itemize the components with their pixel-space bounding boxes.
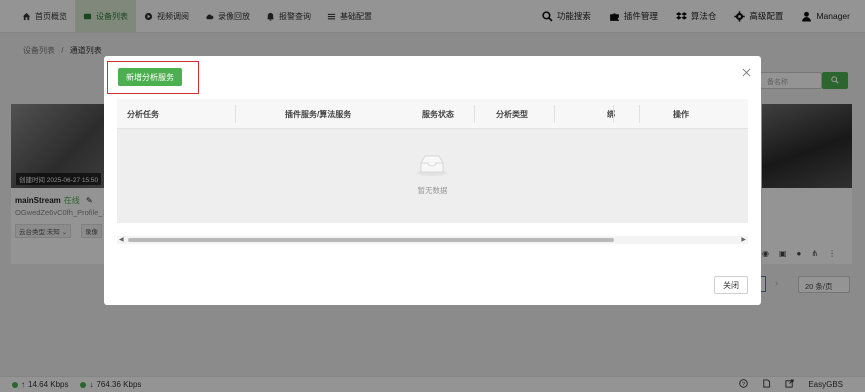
empty-box-icon bbox=[415, 153, 449, 179]
scroll-right-icon[interactable]: ▶ bbox=[741, 236, 746, 244]
analysis-service-table: 分析任务 插件服务/算法服务 服务状态 分析类型 绑 操作 暂无数据 bbox=[117, 99, 748, 223]
empty-state: 暂无数据 bbox=[117, 129, 748, 223]
column-divider bbox=[554, 105, 555, 123]
column-header-analysis-type: 分析类型 bbox=[496, 109, 528, 119]
empty-text: 暂无数据 bbox=[417, 186, 448, 195]
analysis-service-dialog: 新增分析服务 分析任务 插件服务/算法服务 服务状态 分析类型 绑 操作 暂无数… bbox=[104, 56, 761, 305]
horizontal-scrollbar[interactable]: ◀ ▶ bbox=[117, 236, 748, 244]
close-button[interactable]: 关闭 bbox=[714, 276, 748, 294]
column-divider bbox=[613, 105, 614, 123]
scroll-left-icon[interactable]: ◀ bbox=[119, 236, 124, 244]
table-header: 分析任务 插件服务/算法服务 服务状态 分析类型 绑 操作 bbox=[117, 99, 748, 129]
scrollbar-thumb[interactable] bbox=[128, 238, 614, 242]
close-icon[interactable] bbox=[740, 66, 752, 78]
column-header-actions: 操作 bbox=[673, 109, 689, 119]
column-divider bbox=[639, 105, 640, 123]
add-analysis-service-button[interactable]: 新增分析服务 bbox=[118, 68, 182, 86]
column-header-plugin-service: 插件服务/算法服务 bbox=[285, 109, 352, 119]
column-divider bbox=[235, 105, 236, 123]
column-divider bbox=[474, 105, 475, 123]
column-header-service-status: 服务状态 bbox=[422, 109, 454, 119]
column-header-task: 分析任务 bbox=[127, 109, 159, 119]
